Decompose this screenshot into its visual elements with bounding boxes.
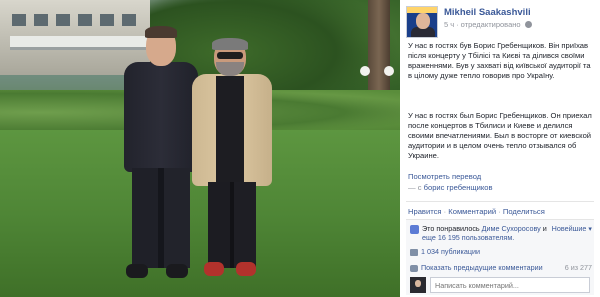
edited-label[interactable]: отредактировано <box>461 20 521 29</box>
post-text-uk: У нас в гостях був Борис Гребенщиков. Ві… <box>408 41 591 80</box>
see-translation-link[interactable]: Посмотреть перевод <box>408 172 481 181</box>
post-actions: Нравится · Комментарий · Поделиться <box>408 207 545 216</box>
likes-and: и <box>542 224 547 233</box>
photo-lamp <box>360 66 370 76</box>
comment-button[interactable]: Комментарий <box>448 207 496 216</box>
viewer-avatar <box>410 277 426 293</box>
comment-input[interactable] <box>430 277 590 293</box>
person-right <box>190 38 274 280</box>
comment-composer <box>406 276 594 296</box>
post-sidebar: Mikheil Saakashvili 5 ч · отредактирован… <box>400 0 600 297</box>
meta-separator: · <box>456 20 459 29</box>
post-meta: 5 ч · отредактировано <box>444 20 532 29</box>
likers-count-link[interactable]: еще 16 195 пользователям. <box>422 233 514 242</box>
tagged-person-link[interactable]: борис гребенщиков <box>424 183 493 192</box>
tagged-line: — с борис гребенщиков <box>408 183 493 192</box>
post-header: Mikheil Saakashvili 5 ч · отредактирован… <box>406 6 596 42</box>
comment-count: 6 из 277 <box>564 263 592 272</box>
previous-comments-row: Показать предыдущие комментарии 6 из 277 <box>410 263 592 272</box>
globe-icon[interactable] <box>524 21 532 28</box>
action-separator: · <box>443 207 447 216</box>
shares-row[interactable]: 1 034 публикации <box>410 247 480 256</box>
with-prefix: — с <box>408 183 422 192</box>
liker-link[interactable]: Диме Сухоросову <box>482 224 541 233</box>
author-name[interactable]: Mikheil Saakashvili <box>444 7 531 18</box>
show-previous-comments-link[interactable]: Показать предыдущие комментарии <box>421 263 543 272</box>
post-photo[interactable] <box>0 0 400 297</box>
photo-lamp <box>384 66 394 76</box>
shares-count[interactable]: 1 034 публикации <box>421 247 480 256</box>
post-text-ru: У нас в гостях был Борис Гребенщиков. Он… <box>408 111 592 160</box>
like-button[interactable]: Нравится <box>408 207 442 216</box>
sort-dropdown[interactable]: Новейшие ▾ <box>552 224 592 233</box>
likes-prefix: Это понравилось <box>422 224 480 233</box>
post-time[interactable]: 5 ч <box>444 20 454 29</box>
divider <box>406 201 594 202</box>
share-button[interactable]: Поделиться <box>503 207 545 216</box>
thumbs-up-icon <box>410 225 419 234</box>
action-separator: · <box>498 207 501 216</box>
engagement-box: Это понравилось Диме Сухоросову и еще 16… <box>406 219 594 295</box>
share-icon <box>410 248 418 256</box>
comment-icon <box>410 264 418 272</box>
likes-text: Это понравилось Диме Сухоросову и еще 16… <box>422 224 552 242</box>
author-avatar[interactable] <box>406 6 438 38</box>
